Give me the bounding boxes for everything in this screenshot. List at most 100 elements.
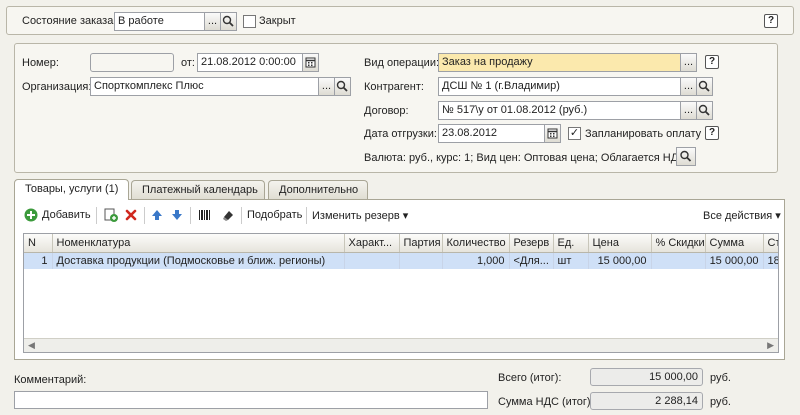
toolbar-separator — [306, 207, 307, 224]
tab-payment-calendar[interactable]: Платежный календарь — [131, 180, 265, 199]
counterparty-field[interactable]: ДСШ № 1 (г.Владимир) — [438, 77, 681, 96]
cell-discount — [651, 252, 706, 269]
eraser-button[interactable] — [220, 207, 236, 224]
move-up-button[interactable] — [150, 207, 164, 224]
toolbar-separator — [96, 207, 97, 224]
counterparty-select-button[interactable]: ... — [680, 77, 697, 96]
arrow-up-icon — [152, 210, 162, 220]
tab-goods-services[interactable]: Товары, услуги (1) — [14, 179, 129, 200]
scroll-right-icon[interactable]: ▶ — [767, 340, 774, 351]
doc-date-calendar-button[interactable] — [302, 53, 319, 72]
col-header-rate[interactable]: Ставк — [763, 234, 778, 253]
copy-button[interactable] — [103, 207, 119, 224]
comment-field[interactable] — [14, 391, 488, 409]
toolbar-separator — [241, 207, 242, 224]
toolbar-separator — [190, 207, 191, 224]
add-button[interactable]: Добавить — [24, 207, 92, 224]
cell-sum: 15 000,00 — [705, 252, 764, 269]
barcode-icon — [199, 210, 210, 220]
col-header-quantity[interactable]: Количество — [442, 234, 510, 253]
number-label: Номер: — [22, 57, 59, 69]
pick-button[interactable]: Подобрать — [247, 209, 302, 221]
col-header-characteristic[interactable]: Характ... — [344, 234, 400, 253]
vat-value: 2 288,14 — [590, 392, 703, 410]
col-header-n[interactable]: N — [24, 234, 53, 253]
ship-date-field[interactable]: 23.08.2012 — [438, 124, 545, 143]
vat-currency: руб. — [710, 396, 731, 408]
contract-label: Договор: — [364, 105, 409, 117]
currency-info: Валюта: руб., курс: 1; Вид цен: Оптовая … — [364, 152, 687, 164]
closed-checkbox[interactable] — [243, 15, 256, 28]
status-field[interactable]: В работе — [114, 12, 205, 31]
closed-label: Закрыт — [259, 15, 296, 27]
toolbar-separator — [144, 207, 145, 224]
change-reserve-menu[interactable]: Изменить резерв ▾ — [312, 209, 408, 222]
col-header-reserve[interactable]: Резерв — [509, 234, 554, 253]
arrow-down-icon — [172, 210, 182, 220]
operation-select-button[interactable]: ... — [680, 53, 697, 72]
all-actions-menu[interactable]: Все действия ▾ — [703, 209, 781, 222]
table-header-row: N Номенклатура Характ... Партия Количест… — [24, 234, 778, 253]
table-row[interactable]: 1 Доставка продукции (Подмосковье и ближ… — [24, 252, 778, 269]
scroll-left-icon[interactable]: ◀ — [28, 340, 35, 351]
copy-icon — [104, 208, 118, 222]
cell-quantity: 1,000 — [442, 252, 510, 269]
operation-help-icon[interactable]: ? — [705, 55, 719, 69]
cell-item: Доставка продукции (Подмосковье и ближ. … — [52, 252, 345, 269]
delete-icon — [125, 209, 137, 221]
cell-rate: 18% — [763, 252, 778, 269]
date-prefix-label: от: — [181, 57, 195, 69]
number-field[interactable] — [90, 53, 174, 72]
operation-field[interactable]: Заказ на продажу — [438, 53, 681, 72]
total-currency: руб. — [710, 372, 731, 384]
col-header-sum[interactable]: Сумма — [705, 234, 764, 253]
plan-payment-help-icon[interactable]: ? — [705, 126, 719, 140]
currency-search-button[interactable] — [676, 147, 696, 166]
plan-payment-label: Запланировать оплату — [585, 128, 702, 140]
contract-field[interactable]: № 517\у от 01.08.2012 (руб.) — [438, 101, 681, 120]
plan-payment-checkbox[interactable]: ✓ — [568, 127, 581, 140]
delete-button[interactable] — [124, 207, 140, 224]
cell-characteristic — [344, 252, 400, 269]
col-header-unit[interactable]: Ед. — [553, 234, 589, 253]
add-button-label: Добавить — [42, 209, 91, 221]
counterparty-label: Контрагент: — [364, 81, 424, 93]
cell-reserve: <Для... — [509, 252, 554, 269]
search-icon — [680, 150, 692, 162]
comment-label: Комментарий: — [14, 374, 87, 386]
search-icon — [222, 15, 234, 27]
add-icon — [24, 208, 38, 222]
barcode-button[interactable] — [197, 207, 213, 224]
org-select-button[interactable]: ... — [318, 77, 335, 96]
tab-additional[interactable]: Дополнительно — [268, 180, 368, 199]
contract-search-button[interactable] — [696, 101, 713, 120]
search-icon — [698, 80, 710, 92]
status-select-button[interactable]: ... — [204, 12, 221, 31]
org-search-button[interactable] — [334, 77, 351, 96]
col-header-batch[interactable]: Партия — [399, 234, 443, 253]
org-field[interactable]: Спорткомплекс Плюс — [90, 77, 319, 96]
move-down-button[interactable] — [170, 207, 184, 224]
calendar-icon — [305, 57, 316, 68]
eraser-icon — [223, 211, 233, 221]
calendar-icon — [547, 128, 558, 139]
counterparty-search-button[interactable] — [696, 77, 713, 96]
search-icon — [336, 80, 348, 92]
ship-date-label: Дата отгрузки: — [364, 128, 437, 140]
vat-label: Сумма НДС (итог): — [498, 396, 594, 408]
col-header-price[interactable]: Цена — [588, 234, 652, 253]
search-icon — [698, 104, 710, 116]
status-search-button[interactable] — [220, 12, 237, 31]
col-header-discount[interactable]: % Скидки — [651, 234, 706, 253]
help-icon[interactable]: ? — [764, 14, 778, 28]
doc-date-field[interactable]: 21.08.2012 0:00:00 — [197, 53, 303, 72]
goods-table[interactable]: N Номенклатура Характ... Партия Количест… — [23, 233, 779, 353]
ship-date-calendar-button[interactable] — [544, 124, 561, 143]
horizontal-scrollbar[interactable]: ◀ ▶ — [24, 338, 778, 352]
cell-unit: шт — [553, 252, 589, 269]
total-value: 15 000,00 — [590, 368, 703, 386]
col-header-item[interactable]: Номенклатура — [52, 234, 345, 253]
operation-label: Вид операции: — [364, 57, 440, 69]
contract-select-button[interactable]: ... — [680, 101, 697, 120]
cell-price: 15 000,00 — [588, 252, 652, 269]
